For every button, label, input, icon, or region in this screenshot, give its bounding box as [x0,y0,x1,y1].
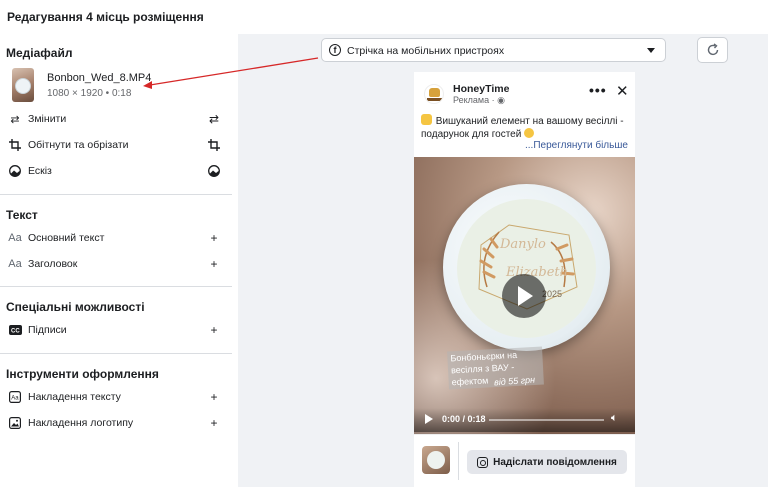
design-section-heading: Інструменти оформлення [6,367,159,381]
logo-overlay-label: Накладення логотипу [28,417,134,429]
replace-media-label: Змінити [28,113,67,125]
primary-text-row[interactable]: Aa Основний текст + [0,228,232,248]
instagram-icon [477,456,489,468]
see-more-link[interactable]: ...Переглянути більше [525,140,628,151]
video-progress-bar[interactable] [489,419,604,421]
text-section-heading: Текст [6,208,38,222]
media-file-name: Bonbon_Wed_8.MP4 [47,72,152,84]
section-divider [0,194,232,195]
page-title: Редагування 4 місць розміщення [7,10,204,24]
media-section-heading: Медіафайл [6,46,73,60]
play-icon[interactable] [425,414,433,424]
text-overlay-icon: Aa [8,390,22,404]
media-file-meta: 1080 × 1920 • 0:18 [47,88,132,99]
sponsored-label: Реклама · ◉ [453,95,505,105]
add-icon[interactable]: + [207,390,221,404]
add-icon[interactable]: + [207,257,221,271]
smile-emoji-icon [524,128,535,138]
add-icon[interactable]: + [207,323,221,337]
page-avatar [424,84,444,104]
refresh-icon [707,43,718,56]
placement-select[interactable]: f Стрічка на мобільних пристроях [321,38,666,62]
crop-label: Обітнути та обрізати [28,139,129,151]
chevron-down-icon [647,48,655,53]
headline-label: Заголовок [28,258,78,270]
primary-text-label: Основний текст [28,232,105,244]
cta-divider [458,442,459,480]
text-overlay-label: Накладення тексту [28,391,121,403]
section-divider [0,286,232,287]
send-message-button[interactable]: Надіслати повідомлення [467,450,627,474]
image-overlay-icon [8,416,22,430]
video-controls: 0:00 / 0:18 🔈︎ [414,408,635,432]
crop-row[interactable]: Обітнути та обрізати [0,135,232,155]
send-message-label: Надіслати повідомлення [493,456,617,468]
refresh-button[interactable] [697,37,728,63]
accessibility-section-heading: Спеціальні можливості [6,300,145,314]
globe-icon: ◉ [497,95,505,105]
logo-overlay-row[interactable]: Накладення логотипу + [0,413,232,433]
mute-icon[interactable]: 🔈︎ [611,412,618,425]
add-icon[interactable]: + [207,231,221,245]
play-button[interactable] [502,274,546,318]
facebook-icon: f [329,44,341,56]
section-divider [0,353,232,354]
text-size-icon: Aa [8,258,22,270]
thumbnail-label: Ескіз [28,165,52,177]
video-time: 0:00 / 0:18 [442,414,486,424]
thumbnail-icon [8,164,22,178]
placement-select-value: Стрічка на мобільних пристроях [347,45,505,57]
captions-row[interactable]: CC Підписи + [0,320,232,340]
gift-emoji-icon [421,114,432,125]
add-icon[interactable]: + [207,416,221,430]
svg-text:CC: CC [11,329,20,335]
crop-icon[interactable] [207,138,221,152]
headline-row[interactable]: Aa Заголовок + [0,254,232,274]
close-icon[interactable]: ✕ [616,82,629,100]
cta-thumbnail [422,446,450,474]
thumbnail-icon[interactable] [207,164,221,178]
thumbnail-row[interactable]: Ескіз [0,161,232,181]
svg-text:Aa: Aa [11,396,19,402]
media-thumbnail[interactable] [12,68,34,102]
replace-media-row[interactable]: ⇄ Змінити ⇄ [0,109,232,129]
play-icon [518,286,533,306]
primary-text: Вишуканий елемент на вашому весіллі - по… [421,114,624,140]
page-name: HoneyTime [453,83,510,95]
swap-icon[interactable]: ⇄ [207,112,221,126]
text-size-icon: Aa [8,232,22,244]
crop-icon [8,138,22,152]
captions-icon: CC [8,323,22,337]
swap-icon: ⇄ [10,113,20,126]
captions-label: Підписи [28,324,67,336]
text-overlay-row[interactable]: Aa Накладення тексту + [0,387,232,407]
more-options-icon[interactable]: ••• [589,82,607,98]
